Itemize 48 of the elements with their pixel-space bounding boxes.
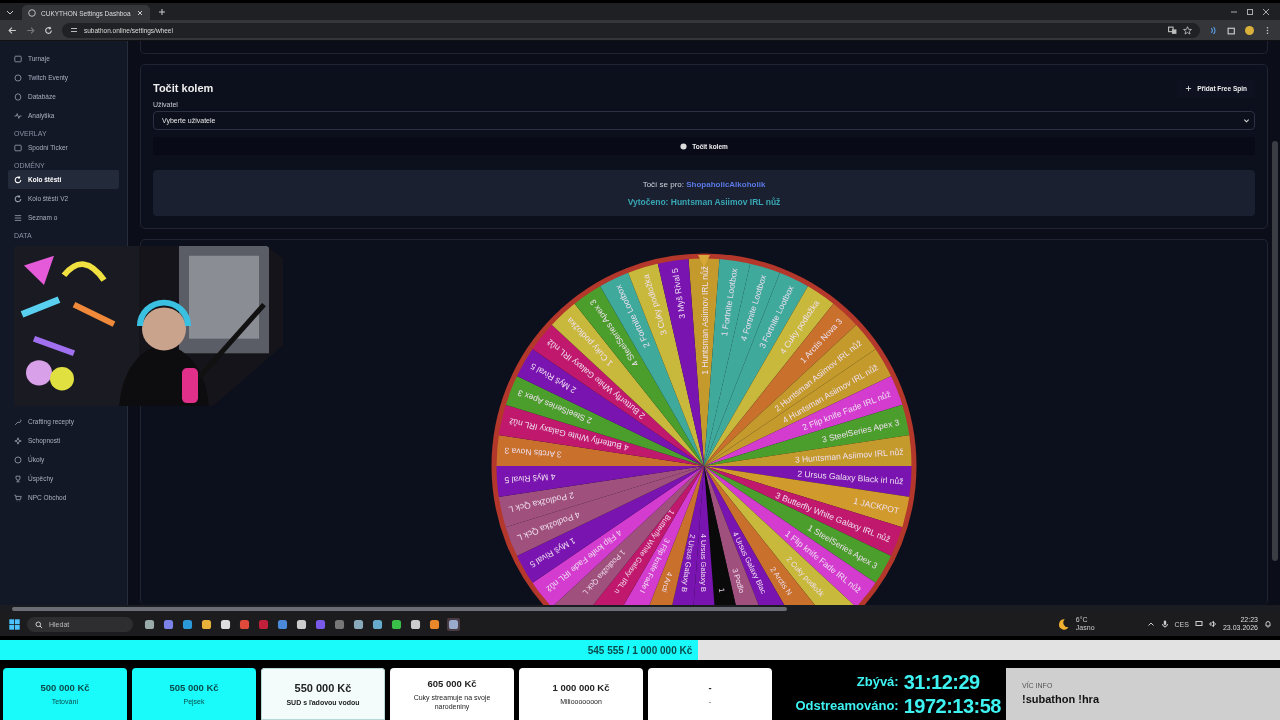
segment-label: 2 Podložka Qck L: [507, 490, 575, 515]
circle-icon: [680, 142, 688, 150]
segment-label: 3 Huntsman Asiimov IRL nůž: [794, 446, 904, 465]
chevron-up-icon[interactable]: [1146, 620, 1155, 628]
circle-icon: [14, 455, 22, 464]
windows-logo-icon[interactable]: [8, 617, 21, 631]
back-icon[interactable]: [8, 25, 17, 35]
speaker-icon[interactable]: [1208, 620, 1217, 628]
segment-label: 2 Ursus Galaxy Black irl nůž: [797, 468, 904, 487]
cart-icon: [14, 493, 22, 502]
refresh-icon: [14, 194, 22, 203]
progress-text: 545 555 / 1 000 000 Kč: [587, 644, 693, 656]
panel-title: Točit kolem: [153, 82, 214, 94]
scrollbar-thumb[interactable]: [12, 606, 787, 611]
timer-value: 31:12:29: [903, 670, 981, 694]
refresh-icon: [14, 175, 22, 184]
timer-label: Odstreamováno:: [795, 697, 899, 715]
trophy-icon: [14, 474, 22, 483]
wrench-icon: [14, 417, 22, 426]
avatar-icon[interactable]: [1245, 25, 1254, 35]
moon-icon: [1056, 617, 1070, 631]
segment-label: 3 Myš Rival 5: [669, 267, 688, 320]
star-icon[interactable]: [1183, 25, 1192, 35]
sparkle-icon: [14, 436, 22, 445]
translate-icon[interactable]: [1168, 25, 1177, 35]
close-icon[interactable]: [135, 9, 144, 17]
scrollbar-thumb[interactable]: [1272, 141, 1278, 561]
reload-icon[interactable]: [44, 25, 53, 35]
segment-label: 1 JACKPOT: [852, 495, 900, 516]
result-text: Vytočeno: Huntsman Asiimov IRL nůž: [627, 196, 781, 207]
timer-label: Zbývá:: [855, 673, 899, 691]
chevron-down-icon: [1243, 117, 1250, 124]
forward-icon[interactable]: [26, 25, 35, 35]
plus-icon[interactable]: [157, 7, 166, 16]
close-icon[interactable]: [1262, 7, 1270, 16]
segment-label: 1 Huntsman Asiimov IRL nůž: [699, 266, 710, 375]
segment-label: 1 Fortnite Lootbox: [719, 267, 740, 337]
spin-for-text: Točí se pro: ShopaholicAlkoholik: [642, 179, 766, 189]
timer-value: 1972:13:58: [903, 694, 1001, 718]
segment-label: 4 Myš Rival 5: [504, 471, 556, 486]
list-icon: [14, 213, 22, 222]
plus-icon: [1185, 84, 1193, 92]
globe-icon: [28, 9, 36, 17]
segment-label: 3 Arctis Nova 3: [504, 445, 562, 460]
pulse-icon: [14, 111, 22, 120]
microphone-icon[interactable]: [1160, 620, 1169, 628]
pointer-icon: [698, 255, 710, 267]
restore-icon[interactable]: [1246, 7, 1254, 16]
